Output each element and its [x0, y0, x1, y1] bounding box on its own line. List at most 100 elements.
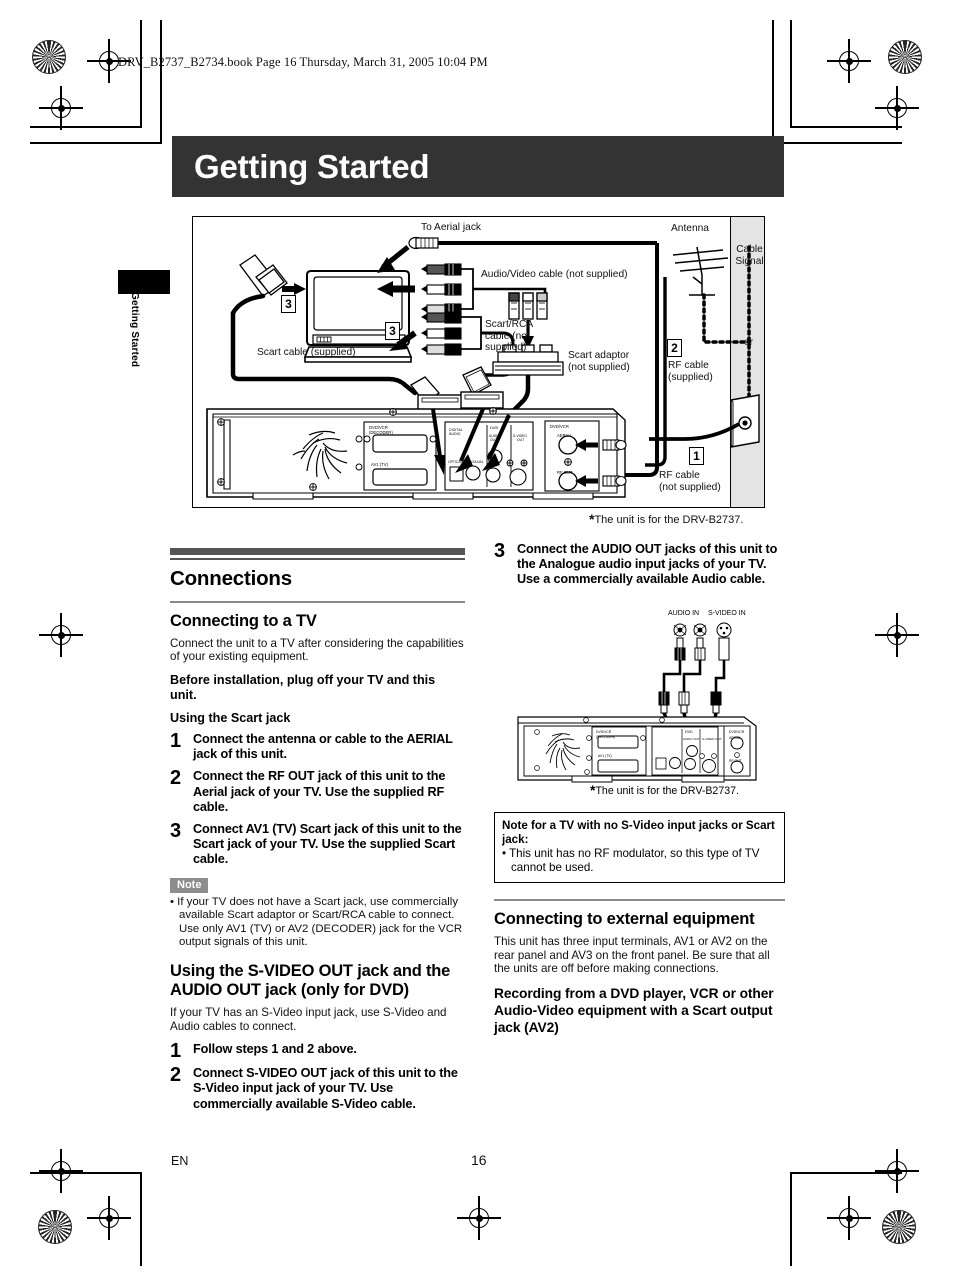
crop-mark-bl-v [140, 1172, 142, 1266]
svideo-out-heading: Using the S-VIDEO OUT jack and the AUDIO… [170, 961, 451, 999]
note-box-body: • This unit has no RF modulator, so this… [502, 847, 760, 874]
step-item: 1 Connect the antenna or cable to the AE… [170, 729, 465, 762]
halftone-mark-bottom-left [38, 1210, 72, 1244]
label2-decoder: (DECODER) [596, 735, 615, 739]
left-column: Connections Connecting to a TV Connect t… [170, 548, 465, 1119]
chapter-title-bar: Getting Started [172, 136, 784, 197]
step-text: Connect the antenna or cable to the AERI… [193, 731, 453, 762]
step-number: 3 [170, 819, 182, 842]
section-rule-thick [170, 548, 465, 555]
page-title: Getting Started [194, 148, 430, 185]
footer-language: EN [171, 1154, 189, 1168]
note-bullet-text: • If your TV does not have a Scart jack,… [170, 895, 463, 949]
registration-mark-br [875, 1149, 919, 1193]
step-item: 1 Follow steps 1 and 2 above. [170, 1040, 465, 1063]
using-scart-jack-heading: Using the Scart jack [170, 710, 291, 725]
ext-equipment-paragraph: This unit has three input terminals, AV1… [494, 934, 770, 976]
label-audio-out2: OUT [490, 438, 497, 442]
label2-dvd-vcr-2: DVD/VCR [729, 730, 745, 734]
connection-diagram-svideo: DVD/VCR (DECODER) AV1 (TV) DVD AUDIO OUT… [512, 610, 784, 790]
crop-mark-bl-h [30, 1172, 142, 1174]
crop-mark-tr-v [790, 20, 792, 128]
label-to-aerial-jack: To Aerial jack [421, 222, 482, 233]
step-item: 3 Connect AV1 (TV) Scart jack of this un… [170, 819, 465, 868]
label-audio: AUDIO [449, 432, 461, 436]
halftone-mark-top-right [888, 40, 922, 74]
label-rf-cable-not-supplied: RF cable (not supplied) [659, 470, 721, 493]
registration-mark-bl [39, 1149, 83, 1193]
label-dvd: DVD [490, 425, 499, 430]
step-number: 1 [170, 729, 182, 752]
crop-mark-tl-v [140, 20, 142, 128]
label-rf-out: RF OUT [557, 470, 573, 475]
book-header-line: DRV_B2737_B2734.book Page 16 Thursday, M… [118, 55, 488, 69]
label-svideo-out2: OUT [517, 438, 524, 442]
registration-mark-mr [875, 613, 919, 657]
label2-rf-out: RF OUT [729, 759, 742, 763]
callout-3-b: 3 [385, 322, 400, 340]
right-column: 3 Connect the AUDIO OUT jacks of this un… [494, 540, 785, 588]
step-number: 3 [494, 540, 506, 562]
label-coaxial: COAXIAL [469, 460, 484, 464]
label-s-video-in: S-VIDEO IN [708, 610, 746, 617]
footer-page-number: 16 [471, 1152, 487, 1168]
label2-aerial: AERIAL [729, 736, 741, 740]
heading-connecting-external-equipment: Connecting to external equipment [494, 909, 755, 928]
label-antenna: Antenna [671, 223, 709, 234]
crop-mark-tr-h2 [772, 142, 902, 144]
halftone-mark-top-left [32, 40, 66, 74]
diagram-svideo-artwork: DVD/VCR (DECODER) AV1 (TV) DVD AUDIO OUT… [517, 622, 757, 783]
crop-mark-tl-h2 [30, 142, 162, 144]
label-or: or [744, 337, 754, 348]
label2-audio-out: AUDIO OUT [683, 737, 700, 741]
step-text: Connect S-VIDEO OUT jack of this unit to… [193, 1066, 458, 1111]
halftone-mark-bottom-right [882, 1210, 916, 1244]
svideo-intro-paragraph: If your TV has an S-Video input jack, us… [170, 1005, 447, 1033]
label2-dvd-vcr: DVD/VCR [596, 730, 612, 734]
label-av2: AV1 (TV) [371, 462, 389, 467]
label2-av2: AV1 (TV) [598, 754, 612, 758]
label-scart-cable: Scart cable (supplied) [257, 347, 356, 358]
registration-mark-bl2 [87, 1196, 131, 1240]
step-item: 2 Connect the RF OUT jack of this unit t… [170, 768, 465, 815]
crop-mark-br-v [790, 1172, 792, 1266]
connection-diagram-top: DVD/VCR (DECODER) AV1 (TV) DIGITAL AUDIO… [192, 216, 765, 508]
before-installation-note: Before installation, plug off your TV an… [170, 672, 436, 702]
step-item: 3 Connect the AUDIO OUT jacks of this un… [494, 540, 785, 588]
callout-2: 2 [667, 339, 682, 357]
label-audio-in: AUDIO IN [668, 610, 700, 617]
note-box-title: Note for a TV with no S-Video input jack… [502, 819, 775, 846]
label-av-cable: Audio/Video cable (not supplied) [481, 269, 628, 280]
registration-mark-ml [39, 613, 83, 657]
side-tab-marker [118, 270, 170, 294]
step-number: 1 [170, 1040, 182, 1063]
right-column-lower: Note for a TV with no S-Video input jack… [494, 806, 785, 1042]
registration-mark-bc [457, 1196, 501, 1240]
crop-mark-tl-h [30, 126, 142, 128]
label-decoder: (DECODER) [369, 430, 393, 435]
note-badge: Note [170, 877, 209, 893]
step-item: 2 Connect S-VIDEO OUT jack of this unit … [170, 1064, 465, 1112]
label-cable-signal: Cable Signal [735, 244, 764, 267]
crop-mark-tr-h [790, 126, 902, 128]
heading-recording-from-dvd: Recording from a DVD player, VCR or othe… [494, 985, 774, 1035]
registration-mark-tr [827, 39, 871, 83]
subheading-connecting-to-a-tv: Connecting to a TV [170, 611, 317, 630]
registration-mark-tr2 [875, 86, 919, 130]
step-text: Connect the AUDIO OUT jacks of this unit… [517, 542, 778, 587]
label-dvd-vcr-2: DVD/VCR [550, 424, 569, 429]
crop-mark-br-h [790, 1172, 902, 1174]
label2-svideo-out: S-VIDEO OUT [702, 737, 722, 741]
step-text: Connect AV1 (TV) Scart jack of this unit… [193, 821, 462, 867]
registration-mark-tl2 [39, 86, 83, 130]
intro-paragraph: Connect the unit to a TV after consideri… [170, 636, 464, 664]
label-aerial: AERIAL [557, 433, 573, 438]
section-heading-connections: Connections [170, 567, 292, 591]
crop-mark-tr-v2 [772, 20, 774, 144]
label-scart-adaptor: Scart adaptor (not supplied) [568, 350, 630, 373]
label-optical: OPTICAL [448, 460, 463, 464]
ext-section-rule [494, 899, 785, 901]
note-box: Note for a TV with no S-Video input jack… [494, 812, 785, 884]
label-rf-cable-supplied: RF cable (supplied) [668, 360, 713, 383]
step-number: 2 [170, 1064, 182, 1087]
